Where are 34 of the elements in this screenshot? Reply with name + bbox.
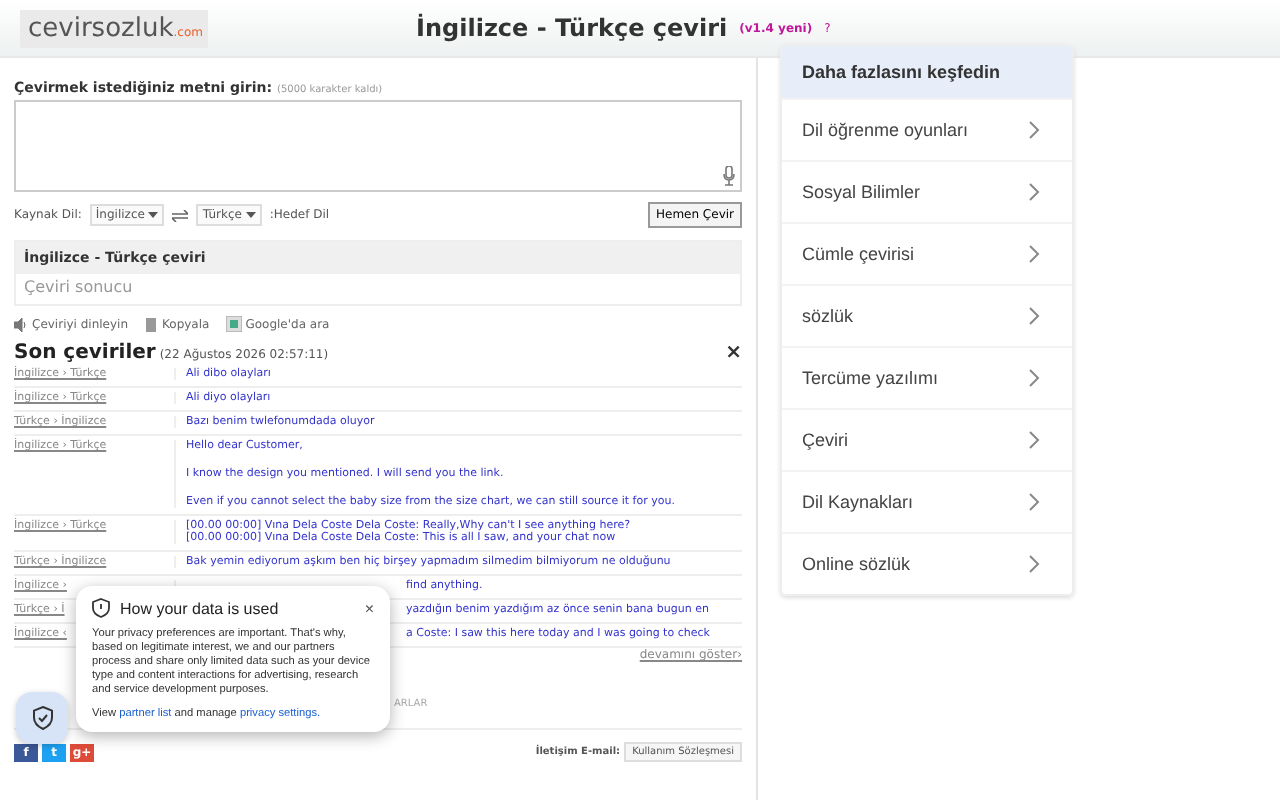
caret-down-icon [148, 212, 159, 218]
explore-item[interactable]: Tercüme yazılımı [782, 346, 1072, 408]
result-text: Çeviri sonucu [22, 276, 135, 300]
document-icon [144, 317, 159, 331]
chevron-right-icon [1028, 368, 1040, 388]
chevron-right-icon [1028, 306, 1040, 326]
explore-item[interactable]: Çeviri [782, 408, 1072, 470]
close-button[interactable]: × [364, 599, 374, 617]
popup-title: How your data is used [120, 599, 279, 617]
chevron-right-icon [1028, 430, 1040, 450]
speaker-icon [14, 317, 28, 331]
explore-item[interactable]: Sosyal Bilimler [782, 160, 1072, 222]
explore-item[interactable]: Online sözlük [782, 532, 1072, 594]
chevron-right-icon [1028, 244, 1040, 264]
history-title: Son çeviriler [14, 342, 156, 364]
shield-check-icon [31, 706, 53, 730]
swap-icon[interactable] [172, 209, 189, 221]
explore-title: Daha fazlasını keşfedin [782, 46, 1072, 98]
grid-icon [225, 316, 242, 332]
explore-item[interactable]: sözlük [782, 284, 1072, 346]
page-title: İngilizce - Türkçe çeviri [416, 14, 728, 42]
microphone-icon[interactable] [722, 166, 736, 186]
shield-icon [92, 598, 110, 618]
explore-item[interactable]: Cümle çevirisi [782, 222, 1072, 284]
explore-item[interactable]: Dil Kaynakları [782, 470, 1072, 532]
caret-down-icon [245, 212, 256, 218]
close-icon[interactable]: × [725, 342, 742, 364]
text-input-field[interactable] [14, 100, 742, 192]
chevron-right-icon [1028, 492, 1040, 512]
chevron-right-icon [1028, 554, 1040, 574]
chevron-right-icon [1028, 182, 1040, 202]
explore-item[interactable]: Dil öğrenme oyunları [782, 98, 1072, 160]
privacy-shield-button[interactable] [16, 692, 68, 744]
chevron-right-icon [1028, 120, 1040, 140]
